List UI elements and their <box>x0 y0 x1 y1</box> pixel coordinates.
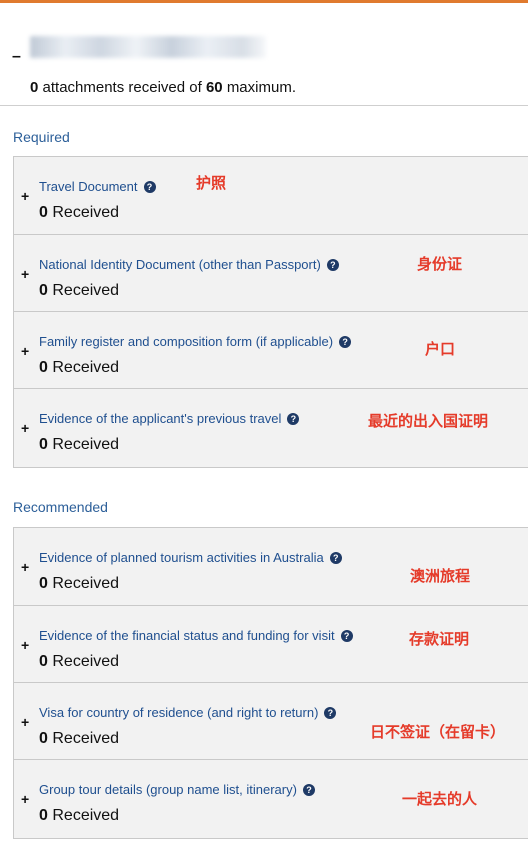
received-status: 0 Received <box>39 653 120 670</box>
annotation-note: 户口 <box>425 341 456 358</box>
received-count: 0 <box>30 79 39 96</box>
collapse-minus-icon[interactable]: – <box>12 49 21 65</box>
expand-plus-icon[interactable]: + <box>21 792 29 806</box>
annotation-note: 澳洲旅程 <box>410 568 471 585</box>
max-text: maximum. <box>226 79 296 96</box>
received-status: 0 Received <box>39 730 120 747</box>
document-link[interactable]: Evidence of the applicant's previous tra… <box>39 411 300 426</box>
received-status: 0 Received <box>39 807 120 824</box>
max-count: 60 <box>205 79 223 96</box>
help-icon[interactable]: ? <box>340 630 353 642</box>
help-icon[interactable]: ? <box>287 413 300 425</box>
list-item: + Travel Document? 0 Received <box>14 157 528 234</box>
document-link[interactable]: Visa for country of residence (and right… <box>39 705 337 720</box>
expand-plus-icon[interactable]: + <box>21 638 29 652</box>
section-title-recommended: Recommended <box>13 499 108 515</box>
document-link[interactable]: Evidence of the financial status and fun… <box>39 628 353 643</box>
attachments-count: 0 attachments received of 60 maximum. <box>30 79 296 96</box>
annotation-note: 存款证明 <box>409 631 470 648</box>
help-icon[interactable]: ? <box>339 336 352 348</box>
document-link[interactable]: Evidence of planned tourism activities i… <box>39 550 342 565</box>
expand-plus-icon[interactable]: + <box>21 344 29 358</box>
document-link[interactable]: Family register and composition form (if… <box>39 334 352 349</box>
annotation-note: 身份证 <box>417 256 463 273</box>
received-status: 0 Received <box>39 359 120 376</box>
received-text: attachments received of <box>42 79 202 96</box>
annotation-note: 一起去的人 <box>402 791 478 808</box>
annotation-note: 护照 <box>196 175 227 192</box>
expand-plus-icon[interactable]: + <box>21 189 29 203</box>
help-icon[interactable]: ? <box>329 552 342 564</box>
help-icon[interactable]: ? <box>302 784 315 796</box>
divider <box>0 105 528 106</box>
received-status: 0 Received <box>39 204 120 221</box>
document-link[interactable]: Travel Document? <box>39 179 156 194</box>
received-status: 0 Received <box>39 436 120 453</box>
received-status: 0 Received <box>39 282 120 299</box>
received-status: 0 Received <box>39 575 120 592</box>
section-title-required: Required <box>13 129 70 145</box>
help-icon[interactable]: ? <box>143 181 156 193</box>
expand-plus-icon[interactable]: + <box>21 560 29 574</box>
document-link[interactable]: Group tour details (group name list, iti… <box>39 782 315 797</box>
attachments-header: – 0 attachments received of 60 maximum. <box>0 3 528 105</box>
annotation-note: 日不签证（在留卡） <box>370 724 506 741</box>
help-icon[interactable]: ? <box>326 259 339 271</box>
annotation-note: 最近的出入国证明 <box>368 413 489 430</box>
document-link[interactable]: National Identity Document (other than P… <box>39 257 339 272</box>
redacted-applicant-name <box>30 36 266 58</box>
expand-plus-icon[interactable]: + <box>21 267 29 281</box>
expand-plus-icon[interactable]: + <box>21 715 29 729</box>
expand-plus-icon[interactable]: + <box>21 421 29 435</box>
help-icon[interactable]: ? <box>324 707 337 719</box>
